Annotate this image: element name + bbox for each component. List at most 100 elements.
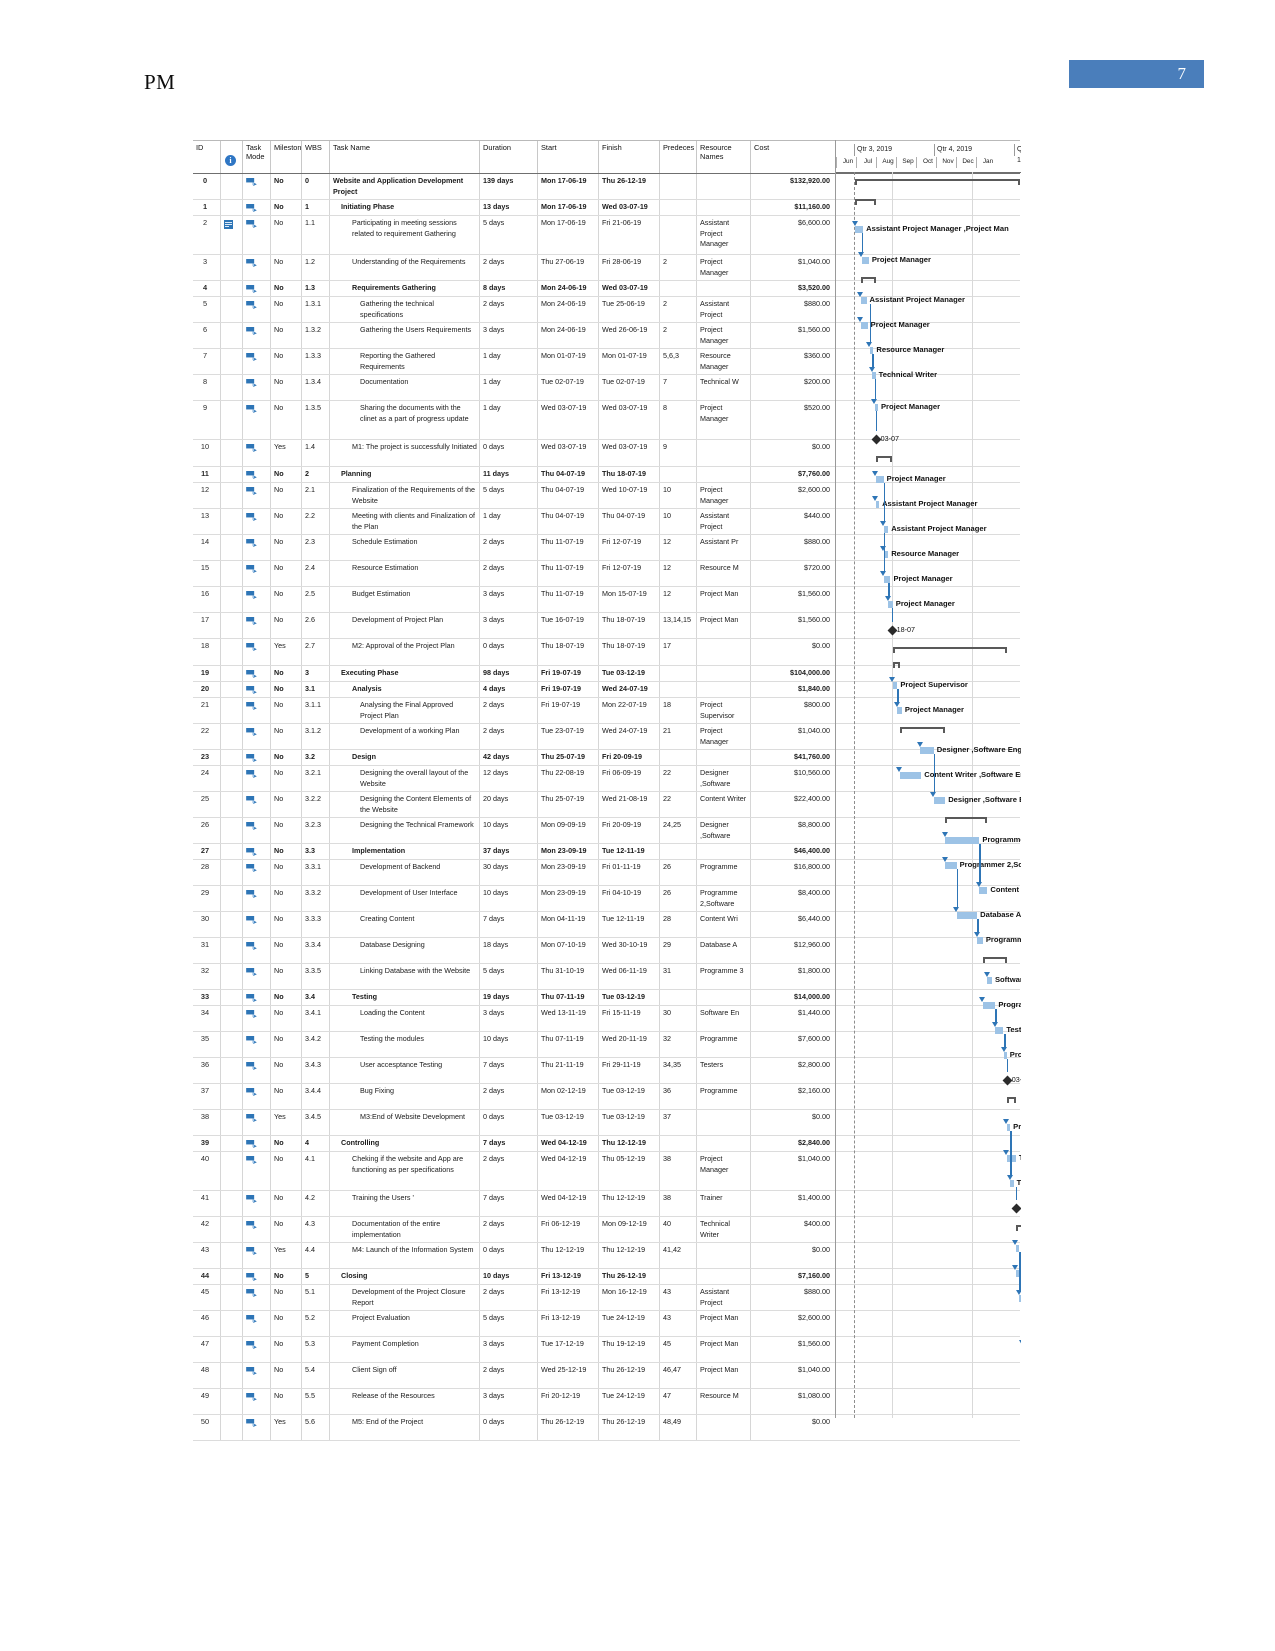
- auto-schedule-icon[interactable]: [246, 1341, 257, 1349]
- row-task-name-cell[interactable]: Resource Estimation: [330, 561, 480, 586]
- row-milestone-cell[interactable]: No: [271, 1084, 302, 1109]
- row-resources-cell[interactable]: [697, 1269, 751, 1284]
- row-task-name-cell[interactable]: M5: End of the Project: [330, 1415, 480, 1440]
- row-duration-cell[interactable]: 2 days: [480, 1084, 538, 1109]
- row-indicator-cell[interactable]: [221, 938, 243, 963]
- row-indicator-cell[interactable]: [221, 349, 243, 374]
- auto-schedule-icon[interactable]: [246, 702, 257, 710]
- row-indicator-cell[interactable]: [221, 535, 243, 560]
- row-cost-cell[interactable]: $440.00: [751, 509, 835, 534]
- gantt-task-bar[interactable]: [945, 837, 980, 844]
- gantt-summary-bar[interactable]: [855, 199, 876, 206]
- row-finish-cell[interactable]: Mon 09-12-19: [599, 1217, 660, 1242]
- row-start-cell[interactable]: Thu 11-07-19: [538, 561, 599, 586]
- row-task-name-cell[interactable]: Testing: [330, 990, 480, 1005]
- row-start-cell[interactable]: Thu 07-11-19: [538, 1032, 599, 1057]
- row-start-cell[interactable]: Mon 23-09-19: [538, 886, 599, 911]
- auto-schedule-icon[interactable]: [246, 591, 257, 599]
- row-task-name-cell[interactable]: Gathering the Users Requirements: [330, 323, 480, 348]
- row-milestone-cell[interactable]: No: [271, 1311, 302, 1336]
- gantt-task-bar[interactable]: [995, 1027, 1004, 1034]
- row-milestone-cell[interactable]: No: [271, 375, 302, 400]
- row-resources-cell[interactable]: Project Manager: [697, 1152, 751, 1190]
- row-predecessors-cell[interactable]: 2: [660, 297, 697, 322]
- row-finish-cell[interactable]: Tue 12-11-19: [599, 912, 660, 937]
- row-cost-cell[interactable]: $8,800.00: [751, 818, 835, 843]
- row-wbs-cell[interactable]: 1.3.5: [302, 401, 330, 439]
- row-task-name-cell[interactable]: Reporting the Gathered Requirements: [330, 349, 480, 374]
- row-resources-cell[interactable]: Project Man: [697, 1337, 751, 1362]
- row-milestone-cell[interactable]: No: [271, 938, 302, 963]
- row-milestone-cell[interactable]: No: [271, 535, 302, 560]
- row-duration-cell[interactable]: 1 day: [480, 401, 538, 439]
- row-finish-cell[interactable]: Wed 10-07-19: [599, 483, 660, 508]
- row-task-mode-cell[interactable]: [243, 860, 271, 885]
- row-cost-cell[interactable]: $0.00: [751, 1415, 835, 1440]
- row-indicator-cell[interactable]: [221, 1269, 243, 1284]
- row-finish-cell[interactable]: Fri 20-09-19: [599, 818, 660, 843]
- row-cost-cell[interactable]: $1,800.00: [751, 964, 835, 989]
- row-duration-cell[interactable]: 37 days: [480, 844, 538, 859]
- row-start-cell[interactable]: Thu 22-08-19: [538, 766, 599, 791]
- row-wbs-cell[interactable]: 2.5: [302, 587, 330, 612]
- row-milestone-cell[interactable]: No: [271, 297, 302, 322]
- row-finish-cell[interactable]: Tue 03-12-19: [599, 666, 660, 681]
- row-milestone-cell[interactable]: No: [271, 1389, 302, 1414]
- auto-schedule-icon[interactable]: [246, 822, 257, 830]
- row-indicator-cell[interactable]: [221, 1363, 243, 1388]
- gantt-chart-pane[interactable]: Qtr 3, 2019Qtr 4, 2019Qtr 1,JunJulAugSep…: [835, 140, 1021, 1418]
- row-milestone-cell[interactable]: No: [271, 766, 302, 791]
- row-milestone-cell[interactable]: No: [271, 349, 302, 374]
- row-resources-cell[interactable]: [697, 844, 751, 859]
- row-wbs-cell[interactable]: 2.3: [302, 535, 330, 560]
- auto-schedule-icon[interactable]: [246, 220, 257, 228]
- row-wbs-cell[interactable]: 3.3.1: [302, 860, 330, 885]
- row-wbs-cell[interactable]: 2.7: [302, 639, 330, 665]
- row-task-name-cell[interactable]: Client Sign off: [330, 1363, 480, 1388]
- row-task-mode-cell[interactable]: [243, 535, 271, 560]
- column-header-resources[interactable]: Resource Names: [697, 141, 751, 173]
- row-cost-cell[interactable]: $46,400.00: [751, 844, 835, 859]
- row-task-name-cell[interactable]: User accesptance Testing: [330, 1058, 480, 1083]
- row-finish-cell[interactable]: Tue 03-12-19: [599, 1110, 660, 1135]
- row-task-mode-cell[interactable]: [243, 698, 271, 723]
- row-duration-cell[interactable]: 2 days: [480, 698, 538, 723]
- gantt-task-bar[interactable]: [888, 601, 893, 608]
- row-predecessors-cell[interactable]: [660, 750, 697, 765]
- row-indicator-cell[interactable]: [221, 440, 243, 466]
- row-duration-cell[interactable]: 2 days: [480, 1217, 538, 1242]
- row-task-name-cell[interactable]: M3:End of Website Development: [330, 1110, 480, 1135]
- row-indicator-cell[interactable]: [221, 912, 243, 937]
- row-task-name-cell[interactable]: Understanding of the Requirements: [330, 255, 480, 280]
- row-task-mode-cell[interactable]: [243, 509, 271, 534]
- row-duration-cell[interactable]: 3 days: [480, 323, 538, 348]
- row-resources-cell[interactable]: [697, 682, 751, 697]
- row-task-name-cell[interactable]: M1: The project is successfully Initiate…: [330, 440, 480, 466]
- row-resources-cell[interactable]: [697, 990, 751, 1005]
- row-cost-cell[interactable]: $11,160.00: [751, 200, 835, 215]
- row-resources-cell[interactable]: Designer ,Software: [697, 818, 751, 843]
- row-task-name-cell[interactable]: Design: [330, 750, 480, 765]
- row-resources-cell[interactable]: Project Manager: [697, 323, 751, 348]
- row-cost-cell[interactable]: $3,520.00: [751, 281, 835, 296]
- row-start-cell[interactable]: Mon 23-09-19: [538, 860, 599, 885]
- row-cost-cell[interactable]: $132,920.00: [751, 174, 835, 199]
- row-cost-cell[interactable]: $6,600.00: [751, 216, 835, 254]
- row-milestone-cell[interactable]: No: [271, 1363, 302, 1388]
- gantt-task-bar[interactable]: [883, 576, 891, 583]
- row-task-name-cell[interactable]: Analysis: [330, 682, 480, 697]
- row-task-name-cell[interactable]: Payment Completion: [330, 1337, 480, 1362]
- row-finish-cell[interactable]: Thu 04-07-19: [599, 509, 660, 534]
- row-resources-cell[interactable]: [697, 1415, 751, 1440]
- auto-schedule-icon[interactable]: [246, 617, 257, 625]
- row-task-mode-cell[interactable]: [243, 1415, 271, 1440]
- auto-schedule-icon[interactable]: [246, 1140, 257, 1148]
- gantt-task-bar[interactable]: [1010, 1180, 1014, 1187]
- row-milestone-cell[interactable]: No: [271, 323, 302, 348]
- row-task-mode-cell[interactable]: [243, 1243, 271, 1268]
- row-task-name-cell[interactable]: Development of the Project Closure Repor…: [330, 1285, 480, 1310]
- row-predecessors-cell[interactable]: 45: [660, 1337, 697, 1362]
- row-indicator-cell[interactable]: [221, 750, 243, 765]
- row-task-name-cell[interactable]: Closing: [330, 1269, 480, 1284]
- row-wbs-cell[interactable]: 2.1: [302, 483, 330, 508]
